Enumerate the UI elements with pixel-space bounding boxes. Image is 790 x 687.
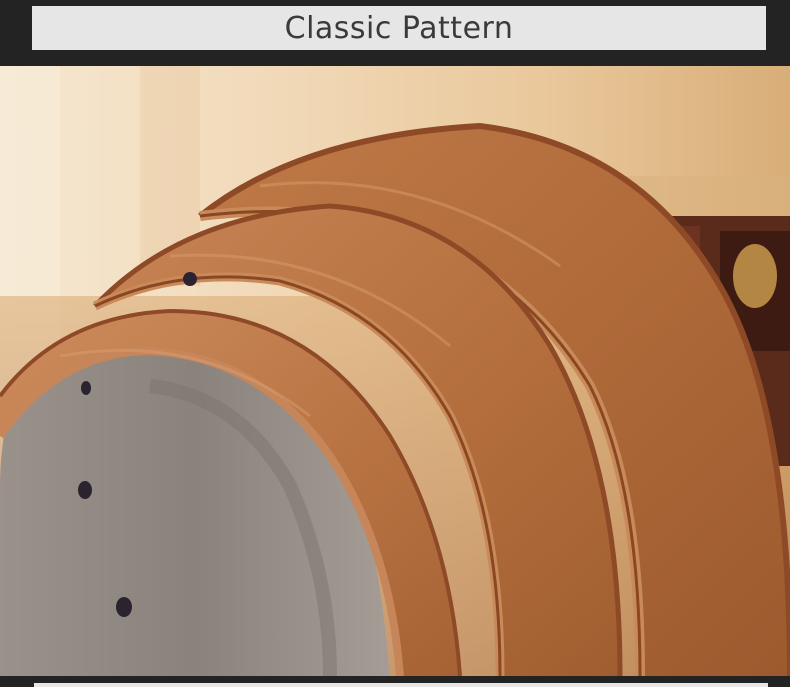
leather-belt-photo	[0, 66, 790, 676]
page-title: Classic Pattern	[284, 10, 514, 46]
title-box: Classic Pattern	[32, 6, 766, 50]
bottom-divider	[34, 683, 768, 687]
header-bar: Classic Pattern	[0, 0, 790, 66]
belt-photo	[0, 66, 790, 676]
